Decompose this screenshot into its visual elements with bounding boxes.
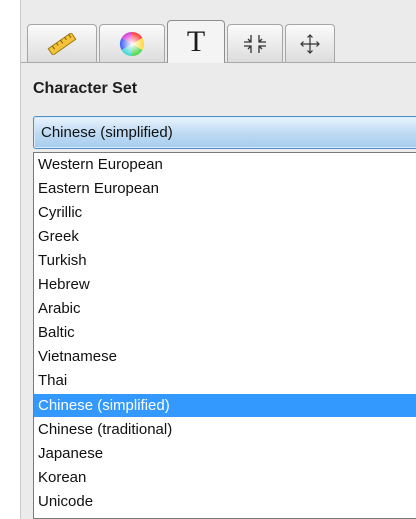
option-baltic[interactable]: Baltic: [34, 321, 416, 344]
option-eastern-european[interactable]: Eastern European: [34, 177, 416, 200]
option-cyrillic[interactable]: Cyrillic: [34, 201, 416, 224]
option-greek[interactable]: Greek: [34, 225, 416, 248]
tab-measure[interactable]: [27, 24, 97, 62]
properties-panel: T Character Set Chinese (simplified) Wes…: [20, 0, 416, 519]
character-set-dropdown-list: Western European Eastern European Cyrill…: [33, 152, 416, 519]
ruler-icon: [45, 32, 79, 55]
character-set-select[interactable]: Chinese (simplified): [33, 116, 416, 149]
option-hebrew[interactable]: Hebrew: [34, 273, 416, 296]
option-chinese-traditional[interactable]: Chinese (traditional): [34, 418, 416, 441]
option-chinese-simplified[interactable]: Chinese (simplified): [34, 394, 416, 417]
option-japanese[interactable]: Japanese: [34, 442, 416, 465]
text-icon: T: [186, 25, 206, 58]
tab-color[interactable]: [99, 24, 165, 62]
tab-text[interactable]: T: [167, 20, 225, 63]
shrink-arrows-icon: [242, 33, 268, 55]
option-turkish[interactable]: Turkish: [34, 249, 416, 272]
move-arrows-icon: [299, 33, 321, 55]
option-arabic[interactable]: Arabic: [34, 297, 416, 320]
tab-strip: T: [21, 16, 416, 63]
character-set-selected-value: Chinese (simplified): [41, 124, 173, 141]
app-window: T Character Set Chinese (simplified) Wes…: [0, 0, 416, 519]
option-unicode[interactable]: Unicode: [34, 490, 416, 513]
character-set-heading: Character Set: [33, 80, 138, 97]
color-wheel-icon: [119, 31, 145, 57]
option-vietnamese[interactable]: Vietnamese: [34, 345, 416, 368]
tab-move[interactable]: [285, 24, 335, 62]
tab-shrink[interactable]: [227, 24, 283, 62]
option-western-european[interactable]: Western European: [34, 153, 416, 176]
option-thai[interactable]: Thai: [34, 369, 416, 392]
option-korean[interactable]: Korean: [34, 466, 416, 489]
